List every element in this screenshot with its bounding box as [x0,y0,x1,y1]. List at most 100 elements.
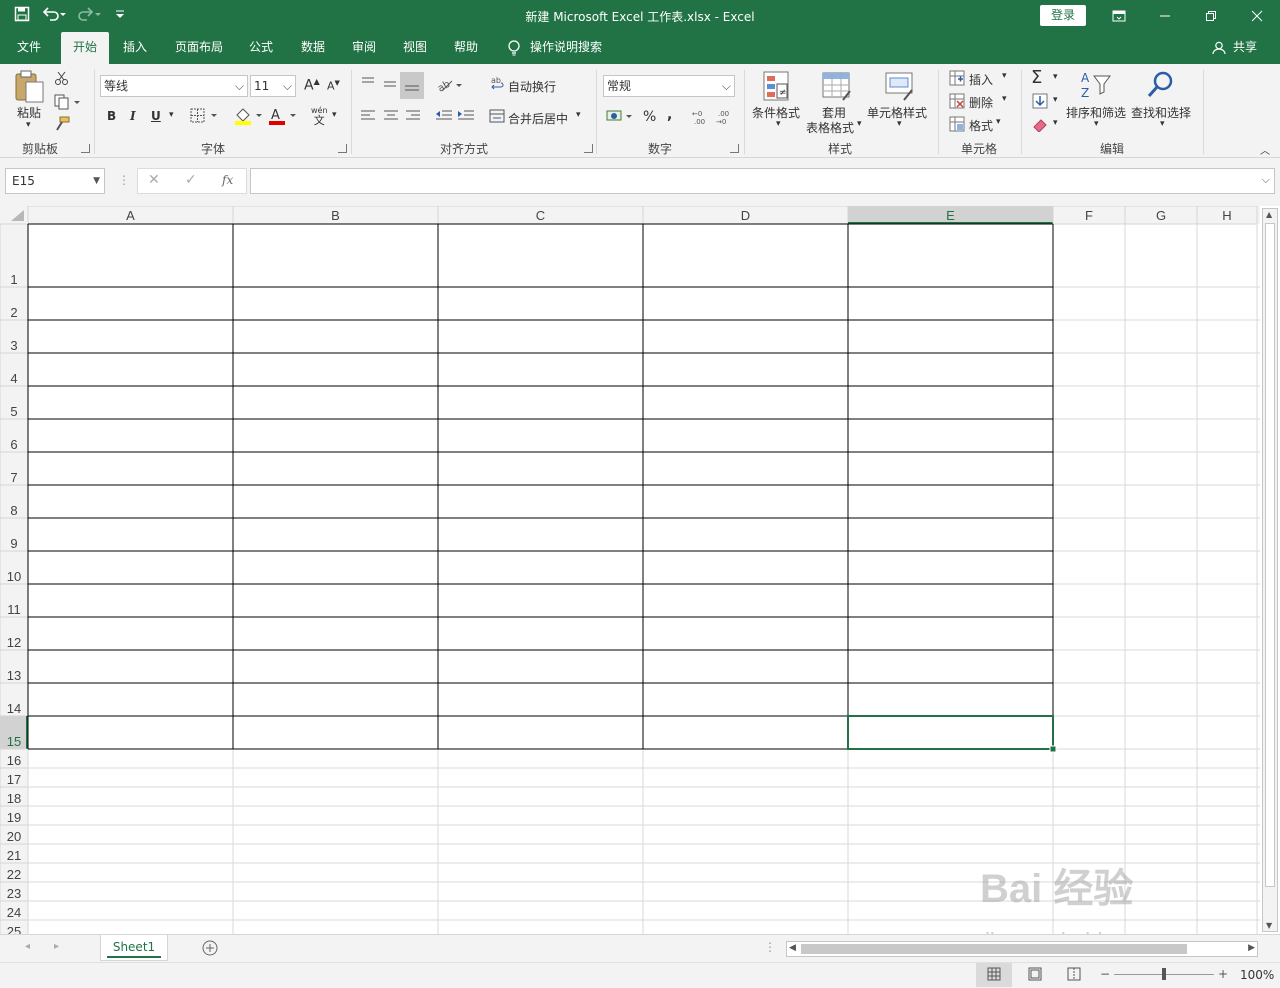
align-center-icon[interactable] [383,109,399,126]
delete-cells-button[interactable]: 删除 [969,94,993,111]
merge-center-button[interactable]: 合并后居中 [508,110,568,127]
underline-dropdown-icon[interactable]: ▾ [169,110,174,120]
shrink-font-button[interactable]: A▼ [327,79,340,93]
cell-styles-dropdown-icon[interactable]: ▾ [897,119,902,129]
align-right-icon[interactable] [405,109,421,126]
cancel-entry-icon[interactable]: ✕ [148,172,160,188]
zoom-out-button[interactable]: − [1100,967,1110,981]
wrap-text-button[interactable]: 自动换行 [508,78,556,95]
font-launcher-icon[interactable] [338,144,347,153]
find-select-icon[interactable] [1146,70,1176,105]
align-bottom-icon[interactable] [400,72,424,99]
align-top-icon[interactable] [360,76,376,95]
scroll-down-icon[interactable]: ▼ [1266,921,1272,930]
bold-button[interactable]: B [107,109,116,123]
merge-center-icon[interactable] [489,109,505,126]
grid-canvas[interactable]: A B C D E F G H12345678910111213141516171819202… [0,206,1260,934]
comma-button[interactable]: , [667,107,672,123]
insert-dropdown-icon[interactable]: ▾ [1002,71,1007,81]
font-name-combo[interactable]: 等线 ⌵ [100,75,248,97]
add-sheet-icon[interactable] [202,940,218,959]
zoom-level[interactable]: 100% [1240,968,1274,982]
paste-label[interactable]: 粘贴 [17,104,41,121]
phonetic-dropdown-icon[interactable]: ▾ [332,110,337,120]
expand-formula-bar-icon[interactable]: ⌵ [1262,173,1270,187]
prev-sheet-icon[interactable]: ◂ [25,941,30,952]
alignment-launcher-icon[interactable] [584,144,593,153]
horizontal-scroll-thumb[interactable] [801,944,1187,954]
close-icon[interactable] [1234,0,1280,32]
sort-dropdown-icon[interactable]: ▾ [1094,119,1099,129]
format-dropdown-icon[interactable]: ▾ [996,117,1001,127]
format-cells-button[interactable]: 格式 [969,117,993,134]
increase-decimal-icon[interactable]: ←0.00 [692,108,712,129]
clear-dropdown-icon[interactable]: ▾ [1053,118,1058,128]
number-format-combo[interactable]: 常规 ⌵ [603,75,735,97]
tab-page-layout[interactable]: 页面布局 [166,32,232,64]
wrap-text-icon[interactable]: ab [490,76,506,95]
collapse-ribbon-icon[interactable]: ︿ [1260,142,1270,157]
decrease-decimal-icon[interactable]: .00 →0 [716,108,736,129]
scroll-right-icon[interactable]: ▶ [1248,943,1255,953]
split-handle-icon[interactable]: ⋮ [764,940,776,954]
grow-font-button[interactable]: A▲ [304,77,320,94]
zoom-slider-thumb[interactable] [1162,968,1166,980]
vertical-scroll-thumb[interactable] [1265,223,1275,887]
paste-dropdown-icon[interactable]: ▾ [26,120,31,130]
page-layout-view-icon[interactable] [1028,967,1042,984]
font-color-icon[interactable]: A [268,107,298,128]
font-size-combo[interactable]: 11 ⌵ [250,75,296,97]
cell-styles-icon[interactable] [884,70,916,105]
tab-help[interactable]: 帮助 [445,32,487,64]
phonetic-guide-button[interactable]: wén 文 [311,106,328,127]
find-dropdown-icon[interactable]: ▾ [1160,119,1165,129]
tab-data[interactable]: 数据 [292,32,334,64]
orientation-icon[interactable]: ab [436,77,464,96]
delete-cells-icon[interactable] [949,93,965,112]
name-box[interactable]: E15 ▼ [5,168,105,194]
normal-view-icon[interactable] [987,967,1001,984]
fill-dropdown-icon[interactable]: ▾ [1053,95,1058,105]
tab-formulas[interactable]: 公式 [240,32,282,64]
share-button[interactable]: 共享 [1228,32,1262,64]
worksheet-grid[interactable]: A B C D E F G H 1 2 3 4 5 6 7 8 9 10 11 12 13 14 15 16 17 18 19 20 2… [0,206,1280,934]
tab-file[interactable]: 文件 [6,32,52,64]
copy-icon[interactable] [54,94,80,113]
zoom-in-button[interactable]: + [1218,967,1228,981]
fill-color-icon[interactable] [234,107,264,128]
share-person-icon[interactable] [1212,41,1226,58]
format-painter-icon[interactable] [54,116,70,135]
tell-me-search[interactable]: 操作说明搜索 [530,32,610,64]
tab-review[interactable]: 审阅 [343,32,385,64]
login-button[interactable]: 登录 [1040,5,1086,26]
ribbon-display-options-icon[interactable] [1096,0,1142,32]
number-launcher-icon[interactable] [730,144,739,153]
italic-button[interactable]: I [130,109,136,123]
format-as-table-line2[interactable]: 表格格式 [806,119,854,136]
conditional-formatting-icon[interactable]: ≠ [762,70,792,105]
decrease-indent-icon[interactable] [435,109,453,126]
scroll-up-icon[interactable]: ▲ [1266,210,1272,219]
autosum-icon[interactable]: Σ [1031,67,1042,88]
align-left-icon[interactable] [360,109,376,126]
border-icon[interactable] [190,108,220,127]
fill-down-icon[interactable] [1032,93,1048,112]
increase-indent-icon[interactable] [457,109,475,126]
insert-cells-icon[interactable] [949,70,965,89]
restore-icon[interactable] [1188,0,1234,32]
selected-cell[interactable] [847,715,1054,750]
format-cells-icon[interactable] [949,116,965,135]
delete-dropdown-icon[interactable]: ▾ [1002,94,1007,104]
tab-view[interactable]: 视图 [394,32,436,64]
cut-icon[interactable] [54,70,70,89]
scroll-left-icon[interactable]: ◀ [789,943,796,953]
vertical-scrollbar[interactable]: ▲ ▼ [1262,208,1278,932]
insert-cells-button[interactable]: 插入 [969,71,993,88]
merge-dropdown-icon[interactable]: ▾ [576,110,581,120]
page-break-view-icon[interactable] [1067,967,1081,984]
tab-insert[interactable]: 插入 [114,32,156,64]
sort-filter-icon[interactable]: AZ [1080,70,1112,105]
conditional-dropdown-icon[interactable]: ▾ [776,119,781,129]
confirm-entry-icon[interactable]: ✓ [185,172,197,188]
next-sheet-icon[interactable]: ▸ [54,941,59,952]
